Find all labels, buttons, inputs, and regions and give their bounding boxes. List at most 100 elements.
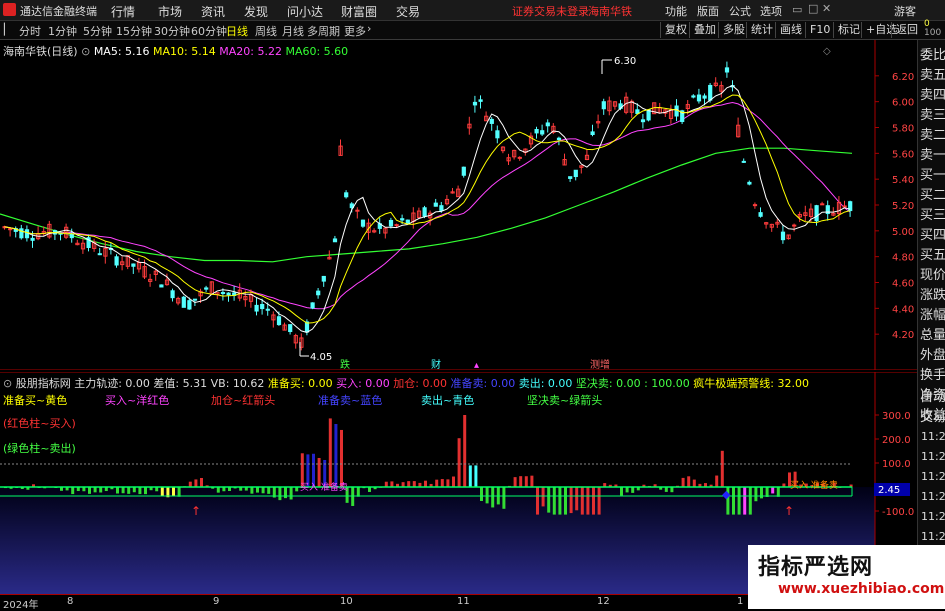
candle-body bbox=[69, 234, 74, 239]
indicator-bar bbox=[289, 487, 293, 500]
note-ready-sell: 准备卖~蓝色 bbox=[318, 394, 383, 407]
indicator-bar bbox=[390, 481, 394, 487]
menu-item-quotes[interactable]: 行情 bbox=[111, 3, 135, 20]
menu-item-fortune[interactable]: 财富圈 bbox=[341, 3, 377, 20]
candle-body bbox=[181, 296, 186, 308]
right-panel-toggle[interactable]: 0 100 bbox=[924, 20, 941, 38]
x-tick-jan: 1 bbox=[737, 596, 744, 607]
menu-item-market[interactable]: 市场 bbox=[158, 3, 182, 20]
y-tick-label: 4.40 bbox=[892, 304, 914, 315]
indicator-bar bbox=[765, 487, 769, 497]
menu-item-trade[interactable]: 交易 bbox=[396, 3, 420, 20]
y-tick-label: 4.80 bbox=[892, 253, 914, 264]
settings-icon[interactable]: ⊙ bbox=[3, 377, 12, 390]
ind-y-tick-label: 100.0 bbox=[882, 459, 911, 470]
legend-ready-sell: 准备卖: 0.00 bbox=[450, 377, 516, 390]
indicator-bar bbox=[440, 479, 444, 487]
tab-1min[interactable]: 1分钟 bbox=[48, 23, 77, 39]
candle-body bbox=[97, 253, 102, 256]
tab-timeshare[interactable]: 分时 bbox=[19, 23, 41, 39]
button-back[interactable]: 返回 bbox=[891, 22, 918, 38]
indicator-bar bbox=[491, 487, 495, 508]
indicator-bar bbox=[625, 487, 629, 493]
indicator-bar bbox=[384, 481, 388, 487]
indicator-bar bbox=[116, 487, 119, 494]
kline-chart[interactable]: 6.20 6.00 5.80 5.60 5.40 5.20 5.00 4.80 4.60 4.40… bbox=[0, 40, 917, 370]
quote-label: 涨幅 bbox=[920, 308, 945, 323]
indicator-bar bbox=[138, 487, 142, 495]
quote-label: 买五 bbox=[920, 248, 945, 263]
tab-multi-period[interactable]: 多周期 bbox=[307, 23, 340, 39]
candle-body bbox=[170, 290, 175, 299]
ma10-path bbox=[4, 94, 851, 324]
login-warning[interactable]: 证券交易未登录 bbox=[512, 3, 589, 19]
indicator-bar bbox=[334, 424, 338, 487]
candle-body bbox=[360, 219, 366, 227]
button-adjust[interactable]: 复权 bbox=[660, 22, 687, 38]
close-icon[interactable]: ✕ bbox=[822, 2, 831, 15]
tab-monthly[interactable]: 月线 bbox=[282, 23, 304, 39]
side-text-1: 买入 准备卖 bbox=[300, 481, 348, 493]
tab-daily[interactable]: 日线 bbox=[226, 23, 248, 39]
tab-60min[interactable]: 60分钟 bbox=[191, 23, 227, 39]
indicator-bar bbox=[670, 487, 674, 493]
button-overlay[interactable]: 叠加 bbox=[689, 22, 716, 38]
indicator-bar bbox=[715, 475, 719, 487]
candle-body bbox=[747, 181, 752, 185]
tab-5min[interactable]: 5分钟 bbox=[83, 23, 112, 39]
indicator-bar bbox=[536, 487, 539, 515]
indicator-bar bbox=[144, 487, 147, 495]
candle-body bbox=[260, 304, 265, 310]
candle-body bbox=[556, 137, 562, 141]
note-add: 加仓~红箭头 bbox=[211, 394, 276, 407]
tab-15min[interactable]: 15分钟 bbox=[116, 23, 152, 39]
candle-body bbox=[814, 205, 819, 222]
menu-item-ask[interactable]: 问小达 bbox=[287, 3, 323, 20]
quote-label: 卖一 bbox=[920, 148, 945, 163]
button-stats[interactable]: 统计 bbox=[746, 22, 773, 38]
y-tick-label: 5.40 bbox=[892, 175, 914, 186]
candle-body bbox=[321, 275, 326, 282]
candle-body bbox=[573, 169, 578, 178]
indicator-bar bbox=[407, 481, 411, 487]
candle-body bbox=[478, 99, 483, 102]
tab-weekly[interactable]: 周线 bbox=[255, 23, 277, 39]
quote-label: 委比 bbox=[920, 48, 945, 63]
menu-layout[interactable]: 版面 bbox=[697, 3, 719, 19]
note-sell: 卖出~青色 bbox=[421, 394, 475, 407]
indicator-bar bbox=[502, 487, 506, 509]
button-draw[interactable]: 画线 bbox=[775, 22, 802, 38]
menu-item-discover[interactable]: 发现 bbox=[244, 3, 268, 20]
indicator-bar bbox=[732, 487, 735, 515]
menu-item-news[interactable]: 资讯 bbox=[201, 3, 225, 20]
tab-30min[interactable]: 30分钟 bbox=[154, 23, 190, 39]
toggle-icon[interactable]: ▏ bbox=[4, 23, 12, 36]
minimize-icon[interactable]: ▭ bbox=[792, 3, 802, 16]
candle-body bbox=[691, 95, 696, 98]
indicator-bar bbox=[771, 487, 775, 494]
ma5-ma10-lines bbox=[4, 85, 851, 333]
button-mark[interactable]: 标记 bbox=[833, 22, 860, 38]
menu-function[interactable]: 功能 bbox=[665, 3, 687, 19]
candle-body bbox=[780, 231, 786, 241]
indicator-bar bbox=[564, 487, 567, 515]
guest-login[interactable]: 游客 bbox=[894, 3, 916, 19]
tab-more[interactable]: 更多 bbox=[344, 23, 366, 39]
candle-body bbox=[388, 219, 394, 227]
button-multi-stock[interactable]: 多股 bbox=[718, 22, 745, 38]
candle-body bbox=[433, 202, 438, 207]
candle-body bbox=[461, 166, 466, 176]
legend-ready-buy: 准备买: 0.00 bbox=[267, 377, 333, 390]
candle-body bbox=[752, 204, 758, 207]
settings-icon[interactable]: ⊙ bbox=[81, 45, 90, 58]
indicator-bar bbox=[463, 415, 467, 487]
candle-body bbox=[332, 238, 338, 243]
menu-options[interactable]: 选项 bbox=[760, 3, 782, 19]
indicator-bar bbox=[485, 487, 489, 504]
maximize-icon[interactable]: □ bbox=[808, 2, 818, 15]
menu-formula[interactable]: 公式 bbox=[729, 3, 751, 19]
button-f10[interactable]: F10 bbox=[805, 22, 830, 38]
legend-vb: VB: 10.62 bbox=[210, 377, 265, 390]
indicator-bar bbox=[132, 487, 136, 493]
indicator-bar bbox=[424, 480, 427, 487]
